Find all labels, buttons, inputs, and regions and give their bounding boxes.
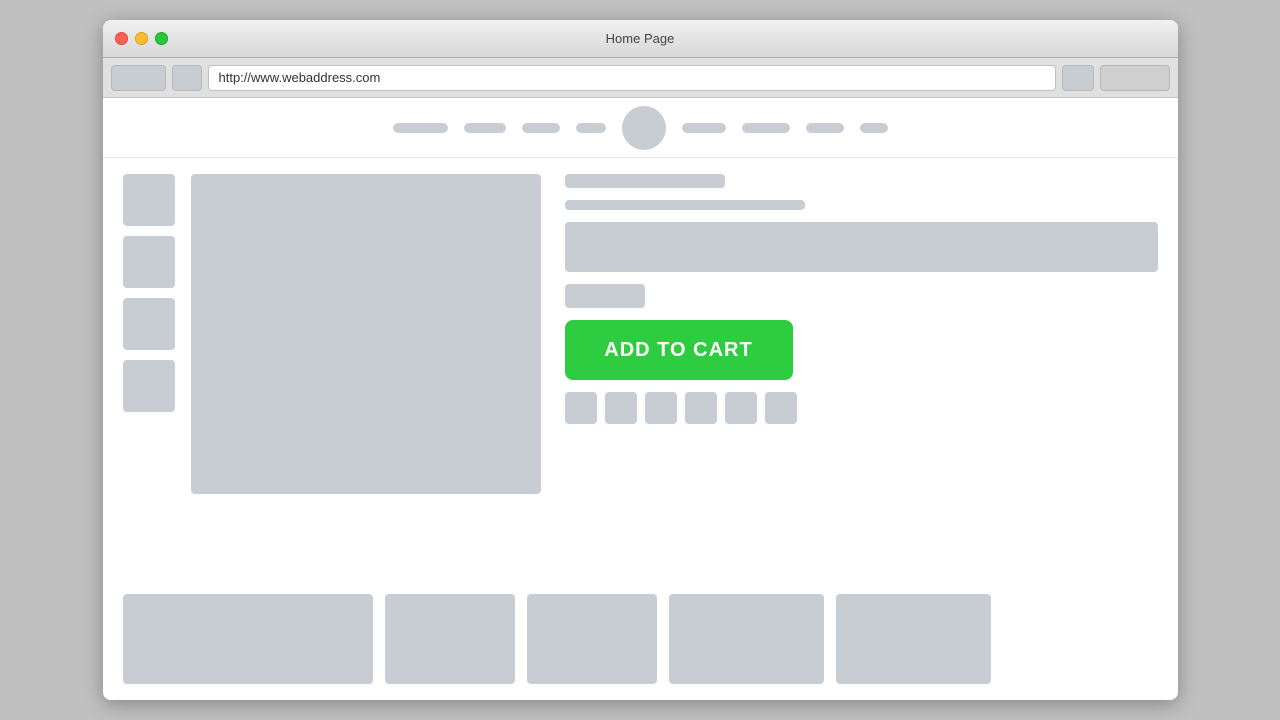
- back-forward-buttons[interactable]: [111, 65, 166, 91]
- nav-item-1[interactable]: [393, 123, 448, 133]
- title-bar: Home Page: [103, 20, 1178, 58]
- reload-button[interactable]: [172, 65, 202, 91]
- bottom-product-grid: [103, 594, 1178, 700]
- nav-item-8[interactable]: [860, 123, 888, 133]
- nav-item-4[interactable]: [576, 123, 606, 133]
- page-content: ADD TO CART: [103, 98, 1178, 700]
- nav-item-6[interactable]: [742, 123, 790, 133]
- address-bar[interactable]: http://www.webaddress.com: [208, 65, 1056, 91]
- nav-item-7[interactable]: [806, 123, 844, 133]
- nav-action-button-2[interactable]: [1100, 65, 1170, 91]
- product-description: [565, 222, 1158, 272]
- thumbnail-column: [123, 174, 175, 578]
- social-icon-1[interactable]: [565, 392, 597, 424]
- url-text: http://www.webaddress.com: [219, 70, 381, 85]
- site-navigation: [103, 98, 1178, 158]
- nav-bar: http://www.webaddress.com: [103, 58, 1178, 98]
- social-icon-4[interactable]: [685, 392, 717, 424]
- bottom-item-3[interactable]: [527, 594, 657, 684]
- bottom-item-1[interactable]: [123, 594, 373, 684]
- nav-item-3[interactable]: [522, 123, 560, 133]
- thumbnail-3[interactable]: [123, 298, 175, 350]
- social-icon-2[interactable]: [605, 392, 637, 424]
- add-to-cart-label: ADD TO CART: [604, 339, 752, 362]
- product-info-panel: ADD TO CART: [557, 174, 1158, 578]
- close-button[interactable]: [115, 32, 128, 45]
- traffic-lights: [115, 32, 168, 45]
- window-title: Home Page: [606, 31, 675, 46]
- social-icons-row: [565, 392, 1158, 424]
- browser-window: Home Page http://www.webaddress.com: [103, 20, 1178, 700]
- product-title: [565, 174, 725, 188]
- maximize-button[interactable]: [155, 32, 168, 45]
- product-price: [565, 284, 645, 308]
- social-icon-3[interactable]: [645, 392, 677, 424]
- social-icon-6[interactable]: [765, 392, 797, 424]
- product-subtitle: [565, 200, 805, 210]
- thumbnail-4[interactable]: [123, 360, 175, 412]
- minimize-button[interactable]: [135, 32, 148, 45]
- main-product-image: [191, 174, 541, 494]
- site-logo[interactable]: [622, 106, 666, 150]
- nav-action-button-1[interactable]: [1062, 65, 1094, 91]
- social-icon-5[interactable]: [725, 392, 757, 424]
- bottom-item-2[interactable]: [385, 594, 515, 684]
- thumbnail-2[interactable]: [123, 236, 175, 288]
- thumbnail-1[interactable]: [123, 174, 175, 226]
- nav-item-5[interactable]: [682, 123, 726, 133]
- nav-item-2[interactable]: [464, 123, 506, 133]
- bottom-item-5[interactable]: [836, 594, 991, 684]
- main-content-area: ADD TO CART: [103, 158, 1178, 594]
- add-to-cart-button[interactable]: ADD TO CART: [565, 320, 793, 380]
- bottom-item-4[interactable]: [669, 594, 824, 684]
